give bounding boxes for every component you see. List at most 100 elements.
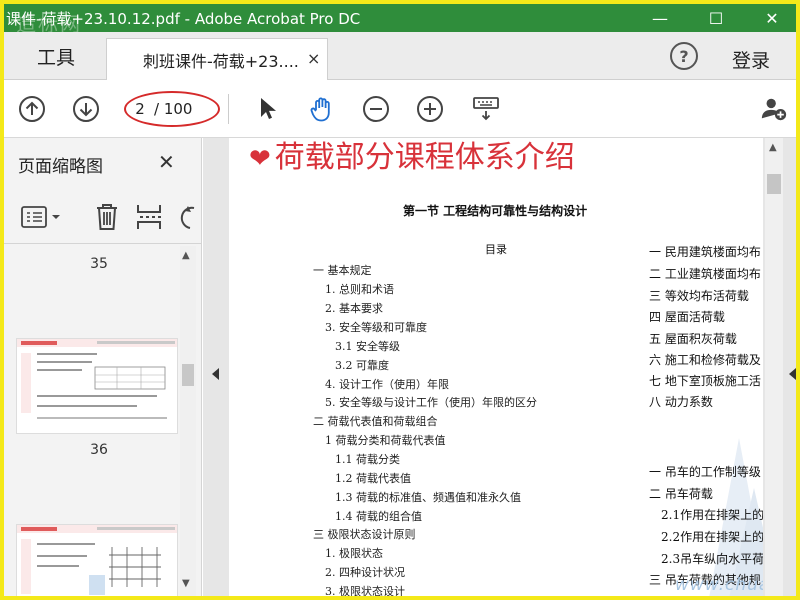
- pointer-icon: [261, 98, 276, 119]
- trash-icon: [97, 204, 117, 230]
- next-page-arrow-icon[interactable]: [789, 368, 796, 380]
- page-header-text: 荷载部分课程体系介绍: [274, 140, 575, 175]
- section-title: 第一节 工程结构可靠性与结构设计: [403, 204, 588, 218]
- toc-right-item: 四 屋面活荷载: [649, 310, 725, 324]
- heart-bullet-icon: ❤: [249, 144, 271, 174]
- toc-item: 1.1 荷载分类: [335, 453, 400, 466]
- scroll-up-icon[interactable]: ▲: [182, 250, 190, 261]
- previous-page-button[interactable]: [18, 95, 46, 123]
- toc-title: 目录: [485, 243, 507, 256]
- insert-pages-icon: [137, 205, 161, 229]
- delete-page-button[interactable]: [94, 202, 120, 236]
- tab-close-icon[interactable]: ×: [307, 49, 320, 68]
- panel-toolbar: [4, 192, 202, 244]
- pdf-page: ❤ 荷载部分课程体系介绍 第一节 工程结构可靠性与结构设计 目录 一 基本规定 1…: [229, 138, 763, 598]
- previous-page-arrow-icon[interactable]: [212, 368, 219, 380]
- thumbnail-preview: [17, 525, 177, 595]
- options-menu-button[interactable]: [20, 204, 64, 234]
- current-page-input[interactable]: 2: [130, 100, 150, 118]
- tab-tools[interactable]: 工具: [12, 32, 100, 80]
- toc-right-item: 八 动力系数: [649, 395, 713, 409]
- scrollbar-thumb[interactable]: [767, 174, 781, 194]
- hand-tool-button[interactable]: [308, 95, 336, 123]
- insert-page-button[interactable]: [136, 202, 164, 236]
- thumbnail-preview: [17, 339, 177, 419]
- toc-item: 3.2 可靠度: [335, 359, 389, 372]
- panel-title: 页面缩略图: [18, 157, 103, 177]
- keyboard-button[interactable]: [472, 95, 500, 123]
- arrow-up-circle-icon: [19, 96, 45, 122]
- title-bar: 课件-荷载+23.10.12.pdf - Adobe Acrobat Pro D…: [4, 4, 796, 36]
- page-number-field[interactable]: 2 / 100: [130, 96, 210, 122]
- scroll-up-icon[interactable]: ▲: [769, 142, 777, 153]
- zoom-in-icon: [417, 96, 443, 122]
- maximize-button[interactable]: ☐: [688, 4, 744, 32]
- next-page-button[interactable]: [72, 95, 100, 123]
- document-view: ❤ 荷载部分课程体系介绍 第一节 工程结构可靠性与结构设计 目录 一 基本规定 1…: [203, 138, 796, 598]
- scrollbar-thumb[interactable]: [182, 364, 194, 386]
- panel-close-icon[interactable]: ✕: [158, 150, 175, 174]
- login-button[interactable]: 登录: [732, 46, 770, 73]
- minimize-button[interactable]: —: [632, 4, 688, 32]
- toc-item: 5. 安全等级与设计工作（使用）年限的区分: [325, 396, 537, 409]
- thumbnail-panel: 页面缩略图 ✕ 35 36 ▲ ▼: [4, 138, 202, 596]
- tab-document[interactable]: 刺班课件-荷载+23.... ×: [106, 38, 328, 80]
- keyboard-icon: [473, 97, 499, 121]
- thumbnail-number: 36: [90, 442, 108, 458]
- toc-right-item: 2.2作用在排架上的: [661, 530, 763, 544]
- toc-item: 4. 设计工作（使用）年限: [325, 378, 449, 391]
- toc-item: 二 荷载代表值和荷载组合: [313, 415, 438, 428]
- background-decoration: [709, 438, 763, 596]
- thumbnail-scrollbar[interactable]: ▲ ▼: [180, 246, 196, 596]
- hand-icon: [310, 97, 330, 122]
- toc-item: 三 极限状态设计原则: [313, 528, 416, 541]
- toc-item: 2. 四种设计状况: [325, 566, 405, 579]
- thumbnail-page[interactable]: [16, 338, 178, 434]
- toc-right-item: 七 地下室顶板施工活: [649, 374, 761, 388]
- page-header: ❤ 荷载部分课程体系介绍: [249, 138, 575, 176]
- help-icon[interactable]: ?: [670, 42, 698, 70]
- toc-right-item: 一 吊车的工作制等级: [649, 465, 761, 479]
- thumbnail-page[interactable]: [16, 524, 178, 596]
- arrow-down-circle-icon: [73, 96, 99, 122]
- share-button[interactable]: [760, 95, 788, 123]
- acrobat-window: 课件-荷载+23.10.12.pdf - Adobe Acrobat Pro D…: [0, 0, 800, 600]
- select-tool-button[interactable]: [254, 95, 282, 123]
- site-watermark: www.chuaao.com: [675, 575, 763, 595]
- thumbnail-number: 35: [90, 256, 108, 272]
- toc-right-item: 二 吊车荷载: [649, 487, 713, 501]
- toolbar: 2 / 100: [4, 80, 796, 138]
- toc-item: 3. 安全等级和可靠度: [325, 321, 427, 334]
- toc-item: 3. 极限状态设计: [325, 585, 405, 598]
- toc-right-item: 2.1作用在排架上的: [661, 508, 763, 522]
- toolbar-divider: [228, 94, 229, 124]
- maximize-icon: ☐: [708, 8, 724, 28]
- close-window-button[interactable]: ✕: [744, 4, 796, 32]
- toc-right-item: 一 民用建筑楼面均布: [649, 245, 761, 259]
- zoom-out-button[interactable]: [362, 95, 390, 123]
- toc-item: 1.2 荷载代表值: [335, 472, 411, 485]
- list-options-icon: [21, 206, 60, 228]
- scroll-down-icon[interactable]: ▼: [182, 578, 190, 589]
- rotate-icon: [180, 206, 195, 229]
- zoom-in-button[interactable]: [416, 95, 444, 123]
- toc-right-item: 六 施工和检修荷载及: [649, 353, 761, 367]
- document-scrollbar[interactable]: ▲: [765, 138, 783, 596]
- toc-item: 1. 总则和术语: [325, 283, 394, 296]
- toc-right-item: 二 工业建筑楼面均布: [649, 267, 761, 281]
- toc-right-item: 五 屋面积灰荷载: [649, 332, 737, 346]
- close-icon: ✕: [765, 8, 779, 28]
- toc-right-item: 2.3吊车纵向水平荷: [661, 552, 763, 566]
- add-user-icon: [761, 98, 787, 121]
- toc-item: 3.1 安全等级: [335, 340, 400, 353]
- thumbnail-list: 35 36 ▲ ▼: [4, 246, 202, 596]
- toc-item: 一 基本规定: [313, 264, 372, 277]
- toc-item: 1.4 荷载的组合值: [335, 510, 422, 523]
- zoom-out-icon: [363, 96, 389, 122]
- page-total: / 100: [154, 100, 193, 118]
- toc-item: 1. 极限状态: [325, 547, 383, 560]
- toc-item: 1 荷载分类和荷载代表值: [325, 434, 446, 447]
- rotate-page-button[interactable]: [178, 204, 198, 234]
- toc-right-item: 三 等效均布活荷载: [649, 289, 749, 303]
- document-tab-label: 刺班课件-荷载+23....: [143, 51, 299, 71]
